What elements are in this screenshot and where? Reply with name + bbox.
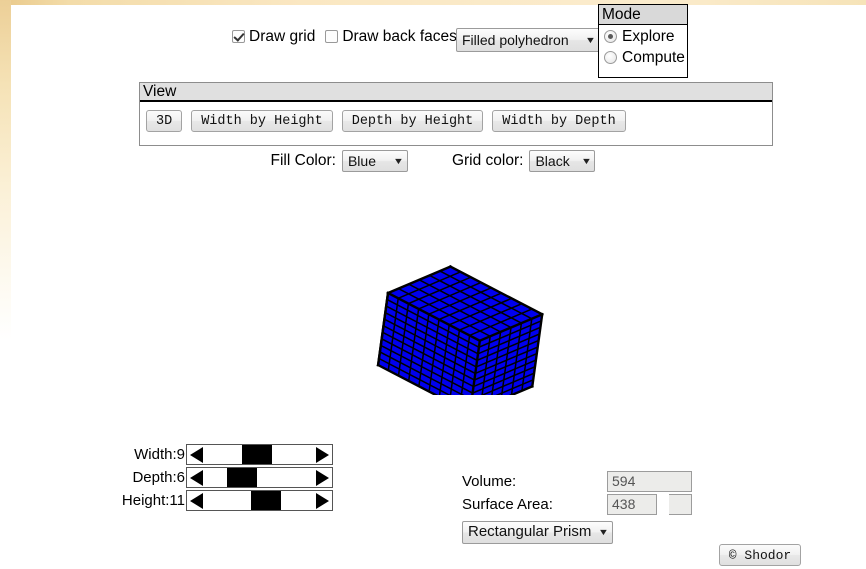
- depth-slider-label: Depth:6: [132, 469, 185, 486]
- mode-panel: Mode Explore Compute: [598, 4, 688, 78]
- shape-type-value: Rectangular Prism: [468, 523, 592, 540]
- color-controls-row: Fill Color: Blue ▼ Grid color: Black ▼: [0, 150, 866, 172]
- grid-color-select[interactable]: Black ▼: [529, 150, 596, 172]
- depth-slider[interactable]: [186, 467, 333, 488]
- grid-color-label: Grid color:: [451, 152, 524, 170]
- view-panel-buttons: 3D Width by Height Depth by Height Width by…: [140, 102, 772, 132]
- view-button-3d[interactable]: 3D: [146, 110, 183, 132]
- render-style-select[interactable]: Filled polyhedron ▼: [456, 28, 600, 52]
- height-slider-decrement-arrow-icon[interactable]: [187, 491, 206, 510]
- draw-back-faces-option[interactable]: Draw back faces: [325, 28, 457, 45]
- width-slider-decrement-arrow-icon[interactable]: [187, 445, 206, 464]
- compute-radio-icon[interactable]: [604, 51, 617, 64]
- rectangular-prism-render[interactable]: [360, 225, 550, 415]
- mode-panel-title: Mode: [599, 5, 687, 25]
- view-panel-title: View: [140, 83, 772, 102]
- chevron-down-icon: ▼: [580, 155, 592, 166]
- chevron-down-icon: ▼: [584, 34, 597, 45]
- display-options: Draw grid Draw back faces: [232, 28, 467, 46]
- depth-slider-decrement-arrow-icon[interactable]: [187, 468, 206, 487]
- mode-option-compute[interactable]: Compute: [599, 46, 687, 67]
- grid-color-value: Black: [535, 152, 570, 169]
- width-slider-groove[interactable]: [206, 445, 313, 464]
- view-button-width-by-height[interactable]: Width by Height: [191, 110, 333, 132]
- draw-grid-label: Draw grid: [249, 28, 316, 45]
- chevron-down-icon: ▼: [392, 155, 405, 166]
- volume-row: Volume: 594: [462, 470, 692, 492]
- explore-radio-icon[interactable]: [604, 30, 617, 43]
- width-slider-increment-arrow-icon[interactable]: [313, 445, 332, 464]
- view-button-depth-by-height[interactable]: Depth by Height: [341, 110, 484, 132]
- surface-area-field-wrap: 438: [607, 493, 692, 515]
- height-slider[interactable]: [186, 490, 333, 511]
- width-slider-thumb[interactable]: [242, 445, 272, 464]
- draw-grid-option[interactable]: Draw grid: [232, 28, 315, 45]
- surface-area-value-field: 438: [607, 493, 657, 515]
- shape-type-select[interactable]: Rectangular Prism ▼: [462, 521, 614, 544]
- height-slider-groove[interactable]: [206, 491, 313, 510]
- depth-slider-thumb[interactable]: [227, 468, 257, 487]
- height-slider-increment-arrow-icon[interactable]: [313, 491, 332, 510]
- height-slider-row: Height:11: [110, 490, 350, 511]
- height-slider-thumb[interactable]: [251, 491, 281, 510]
- surface-area-row: Surface Area: 438: [462, 493, 692, 515]
- fill-color-label: Fill Color:: [270, 152, 336, 170]
- shape-viewport[interactable]: [360, 225, 550, 415]
- chevron-down-icon: ▼: [598, 527, 610, 537]
- mode-option-explore-label: Explore: [622, 28, 675, 45]
- mode-option-compute-label: Compute: [622, 49, 685, 66]
- draw-back-faces-checkbox-icon[interactable]: [325, 30, 339, 43]
- results-panel: Volume: 594 Surface Area: 438 Rectangula…: [462, 470, 692, 544]
- view-button-width-by-depth[interactable]: Width by Depth: [492, 110, 626, 132]
- fill-color-select[interactable]: Blue ▼: [341, 150, 408, 172]
- width-slider-row: Width:9: [110, 444, 350, 465]
- depth-slider-row: Depth:6: [110, 467, 350, 488]
- width-slider-label: Width:9: [134, 446, 185, 463]
- mode-option-explore[interactable]: Explore: [599, 25, 687, 46]
- draw-grid-checkbox-icon[interactable]: [232, 30, 245, 43]
- depth-slider-increment-arrow-icon[interactable]: [313, 468, 332, 487]
- depth-slider-groove[interactable]: [206, 468, 313, 487]
- surface-area-field-filler: [669, 493, 692, 515]
- fill-color-value: Blue: [347, 152, 376, 169]
- shodor-credit-button[interactable]: © Shodor: [719, 544, 801, 566]
- draw-back-faces-label: Draw back faces: [342, 28, 457, 45]
- view-panel: View 3D Width by Height Depth by Height Wid…: [139, 82, 773, 146]
- volume-label: Volume:: [462, 472, 517, 490]
- render-style-value: Filled polyhedron: [462, 31, 569, 48]
- surface-area-label: Surface Area:: [462, 495, 553, 513]
- volume-value-field: 594: [607, 470, 692, 492]
- dimension-sliders: Width:9 Depth:6 Height:11: [110, 444, 350, 513]
- page-top-border: [0, 0, 866, 5]
- height-slider-label: Height:11: [121, 492, 185, 509]
- width-slider[interactable]: [186, 444, 333, 465]
